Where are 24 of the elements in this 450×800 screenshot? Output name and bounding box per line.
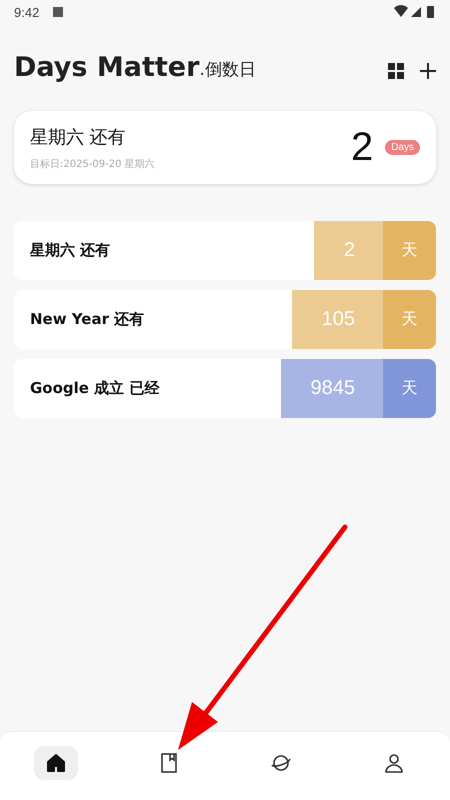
day-count: 2 (314, 221, 383, 280)
status-time: 9:42 (14, 4, 40, 20)
event-title: New Year 还有 (29, 310, 144, 329)
day-count: 105 (292, 290, 383, 349)
app-subtitle: .倒数日 (199, 60, 256, 81)
add-icon[interactable] (420, 63, 436, 79)
featured-title: 星期六 还有 (30, 126, 127, 148)
featured-card[interactable]: 星期六 还有 目标日:2025-09-20 星期六 2 Days (14, 111, 436, 184)
app-title: Days Matter (14, 54, 200, 81)
event-row[interactable]: 星期六 还有 2 天 (14, 221, 436, 280)
day-unit: 天 (383, 359, 436, 418)
featured-count: 2 (350, 125, 374, 170)
status-icons (394, 5, 436, 19)
day-unit: 天 (383, 290, 436, 349)
event-title: Google 成立 已经 (29, 379, 160, 398)
event-row[interactable]: New Year 还有 105 天 (14, 290, 436, 349)
day-unit: 天 (383, 221, 436, 280)
home-tab[interactable] (34, 746, 78, 780)
event-row[interactable]: Google 成立 已经 9845 天 (14, 359, 436, 418)
grid-icon[interactable] (388, 63, 404, 79)
target-date: 目标日:2025-09-20 星期六 (30, 158, 155, 170)
day-count: 9845 (280, 359, 383, 418)
event-title: 星期六 还有 (28, 241, 110, 260)
days-badge: Days (385, 140, 420, 155)
